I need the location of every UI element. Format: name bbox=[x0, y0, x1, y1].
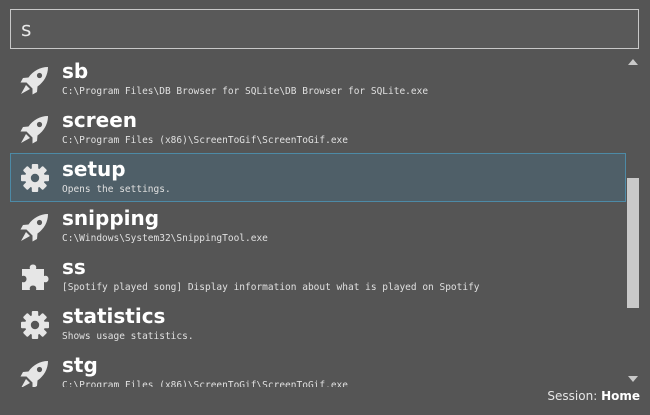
result-item-sb[interactable]: sb C:\Program Files\DB Browser for SQLit… bbox=[10, 55, 626, 104]
rocket-icon bbox=[18, 112, 52, 146]
result-title: snipping bbox=[62, 206, 160, 230]
result-subtitle: [Spotify played song] Display informatio… bbox=[62, 282, 480, 293]
gear-icon bbox=[18, 161, 52, 195]
puzzle-icon bbox=[18, 259, 52, 293]
result-item-snipping[interactable]: snipping C:\Windows\System32\SnippingToo… bbox=[10, 202, 626, 251]
launcher-window: sb C:\Program Files\DB Browser for SQLit… bbox=[0, 0, 650, 415]
rocket-icon bbox=[18, 63, 52, 97]
session-indicator: Session: Home bbox=[547, 389, 640, 403]
scroll-down-arrow-icon[interactable] bbox=[627, 374, 639, 384]
result-title: ss bbox=[62, 255, 86, 279]
result-subtitle: Opens the settings. bbox=[62, 184, 171, 195]
results-list: sb C:\Program Files\DB Browser for SQLit… bbox=[10, 55, 626, 387]
session-label: Session: bbox=[547, 389, 598, 403]
search-box[interactable] bbox=[10, 9, 639, 49]
result-title: statistics bbox=[62, 304, 166, 328]
result-item-statistics[interactable]: statistics Shows usage statistics. bbox=[10, 300, 626, 349]
scrollbar-thumb[interactable] bbox=[627, 178, 639, 308]
search-input[interactable] bbox=[21, 17, 628, 41]
rocket-icon bbox=[18, 210, 52, 244]
scroll-up-arrow-icon[interactable] bbox=[627, 57, 639, 67]
result-item-ss[interactable]: ss [Spotify played song] Display informa… bbox=[10, 251, 626, 300]
result-title: stg bbox=[62, 353, 98, 377]
result-subtitle: Shows usage statistics. bbox=[62, 331, 194, 342]
result-title: screen bbox=[62, 108, 137, 132]
result-item-setup[interactable]: setup Opens the settings. bbox=[10, 153, 626, 202]
result-item-stg[interactable]: stg C:\Program Files (x86)\ScreenToGif\S… bbox=[10, 349, 626, 387]
result-title: sb bbox=[62, 59, 89, 83]
result-subtitle: C:\Windows\System32\SnippingTool.exe bbox=[62, 233, 268, 244]
session-value: Home bbox=[601, 389, 640, 403]
result-title: setup bbox=[62, 157, 126, 181]
result-item-screen[interactable]: screen C:\Program Files (x86)\ScreenToGi… bbox=[10, 104, 626, 153]
result-subtitle: C:\Program Files (x86)\ScreenToGif\Scree… bbox=[62, 380, 348, 387]
result-subtitle: C:\Program Files (x86)\ScreenToGif\Scree… bbox=[62, 135, 348, 146]
gear-icon bbox=[18, 308, 52, 342]
rocket-icon bbox=[18, 357, 52, 387]
result-subtitle: C:\Program Files\DB Browser for SQLite\D… bbox=[62, 86, 429, 97]
